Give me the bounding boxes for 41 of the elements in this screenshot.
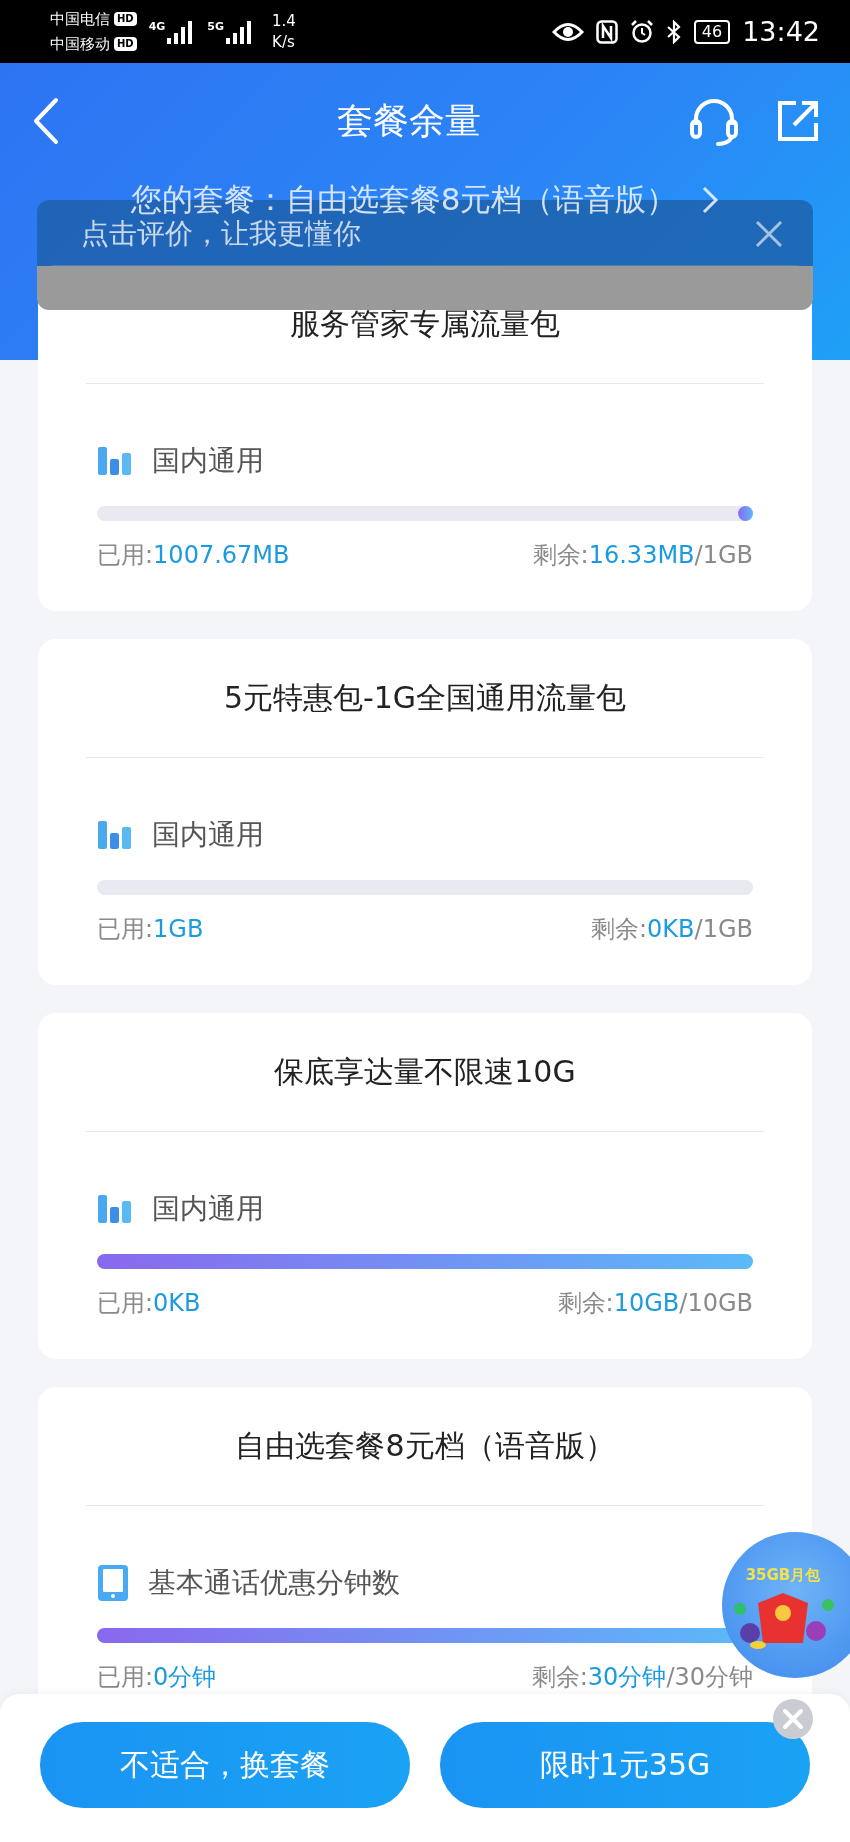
package-title: 5元特惠包-1G全国通用流量包: [222, 679, 628, 717]
carrier-name: 中国移动: [50, 33, 110, 55]
bar-chart-icon: [98, 447, 132, 475]
share-icon[interactable]: [776, 99, 820, 143]
eye-icon: [551, 20, 584, 43]
close-icon[interactable]: [772, 1698, 814, 1740]
usage-category: 国内通用: [152, 1191, 264, 1227]
network-label: 5G: [207, 19, 225, 33]
bar-chart-icon: [98, 821, 132, 849]
remaining-amount: 剩余:16.33MB/1GB: [532, 540, 753, 571]
nfc-icon: [595, 19, 618, 44]
used-amount: 已用:1GB: [97, 914, 204, 945]
chevron-icon[interactable]: [701, 185, 720, 215]
hd-badge: HD: [114, 12, 137, 26]
bluetooth-icon: [665, 19, 682, 44]
package-title: 自由选套餐8元档（语音版）: [234, 1427, 616, 1465]
usage-category: 国内通用: [152, 817, 264, 853]
alarm-icon: [629, 19, 654, 44]
carrier-name: 中国电信: [50, 8, 110, 30]
used-amount: 已用:0分钟: [97, 1662, 217, 1693]
usage-category: 基本通话优惠分钟数: [148, 1565, 400, 1601]
usage-category: 国内通用: [152, 443, 264, 479]
remaining-amount: 剩余:0KB/1GB: [591, 914, 753, 945]
clock-time: 13:42: [742, 16, 820, 47]
used-amount: 已用:1007.67MB: [97, 540, 290, 571]
battery-icon: 46: [693, 19, 731, 44]
action-button[interactable]: 限时1元35G: [440, 1722, 810, 1808]
network-label: 4G: [148, 19, 166, 33]
phone-icon: [98, 1565, 128, 1601]
action-button[interactable]: 不适合，换套餐: [40, 1722, 410, 1808]
hd-badge: HD: [114, 37, 137, 51]
bar-chart-icon: [98, 1195, 132, 1223]
page-title: 套餐余量: [336, 98, 482, 143]
back-icon[interactable]: [32, 97, 60, 145]
used-amount: 已用:0KB: [97, 1288, 201, 1319]
speed-unit: K/s: [272, 31, 296, 53]
network-speed: 1.4: [272, 10, 296, 32]
promo-text: 35GB月包: [745, 1566, 821, 1585]
package-title: 保底享达量不限速10G: [273, 1053, 577, 1091]
close-icon[interactable]: [755, 220, 783, 248]
remaining-amount: 剩余:10GB/10GB: [557, 1288, 753, 1319]
